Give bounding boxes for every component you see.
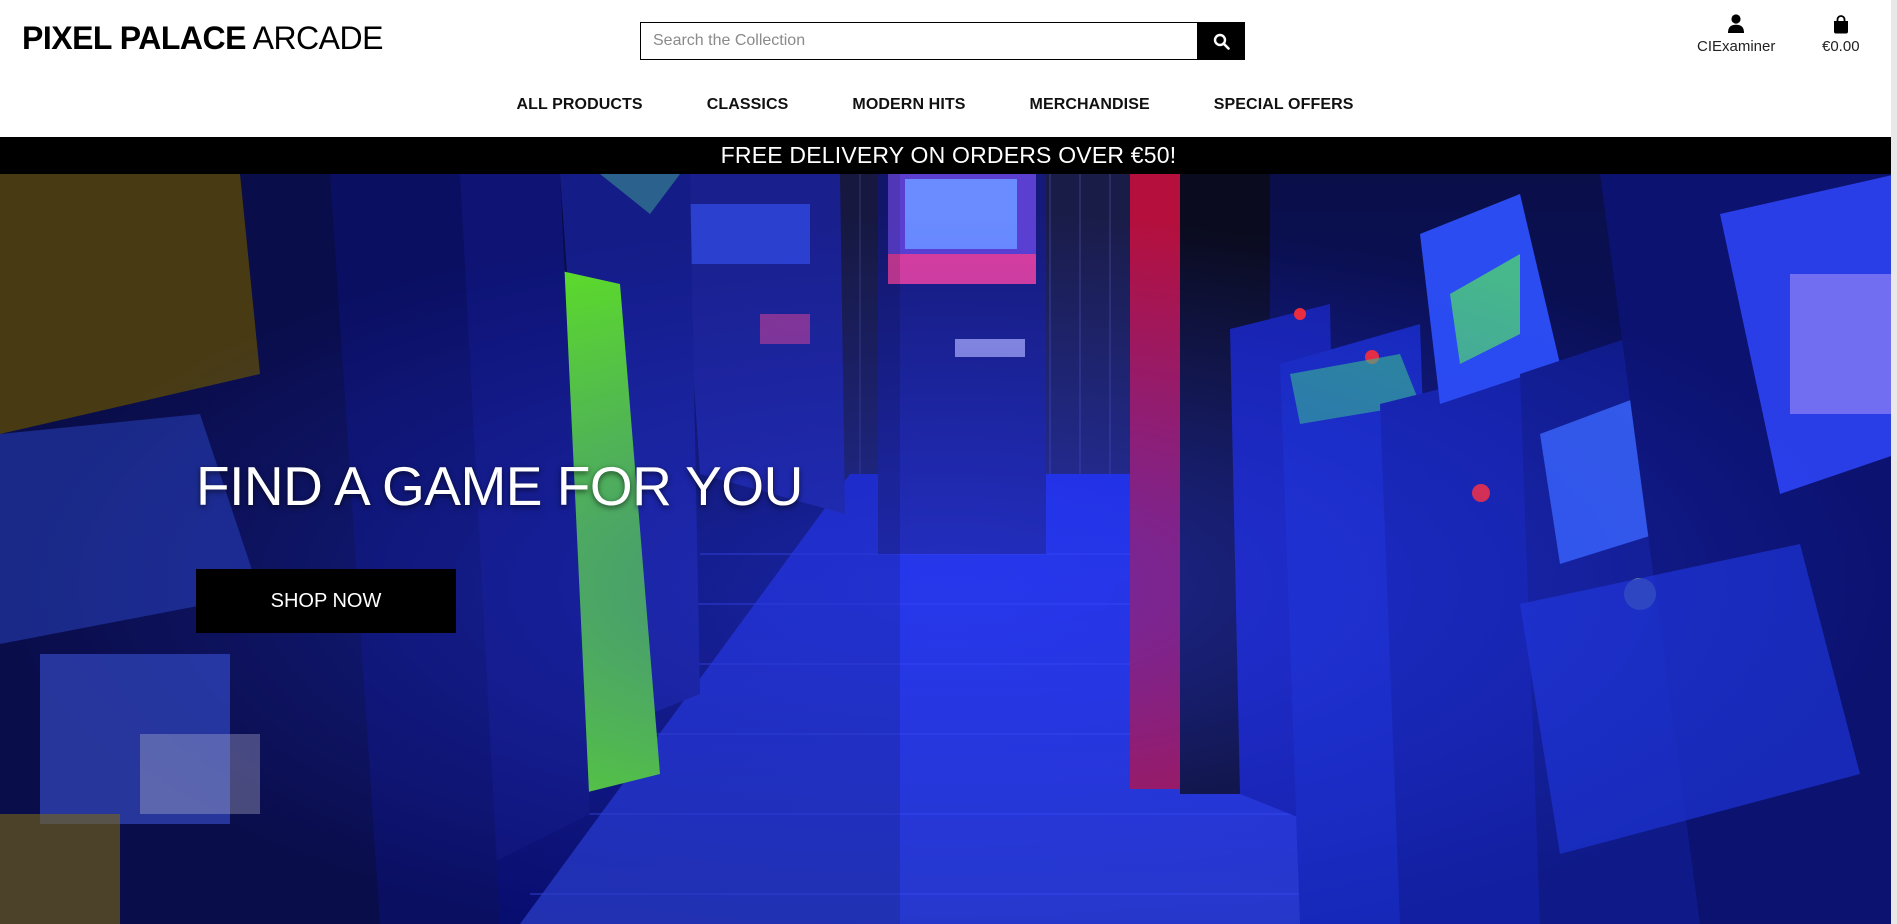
site-logo[interactable]: PIXEL PALACE ARCADE xyxy=(22,20,383,57)
logo-bold-text: PIXEL PALACE xyxy=(22,20,246,56)
nav-special-offers[interactable]: SPECIAL OFFERS xyxy=(1214,96,1354,114)
nav-merchandise[interactable]: MERCHANDISE xyxy=(1030,96,1150,114)
nav-all-products[interactable]: ALL PRODUCTS xyxy=(516,96,642,114)
shopping-bag-link[interactable]: €0.00 xyxy=(1822,10,1860,55)
shop-now-button[interactable]: SHOP NOW xyxy=(196,569,456,633)
search-button[interactable] xyxy=(1197,22,1245,60)
search-input[interactable] xyxy=(640,22,1197,60)
account-label: CIExaminer xyxy=(1697,38,1776,55)
account-link[interactable]: CIExaminer xyxy=(1697,10,1775,55)
main-nav: ALL PRODUCTS CLASSICS MODERN HITS MERCHA… xyxy=(0,96,1897,114)
hero-title: FIND A GAME FOR YOU xyxy=(196,455,803,517)
delivery-banner: FREE DELIVERY ON ORDERS OVER €50! xyxy=(0,137,1897,174)
hero-section: FIND A GAME FOR YOU SHOP NOW xyxy=(0,174,1897,924)
delivery-banner-text: FREE DELIVERY ON ORDERS OVER €50! xyxy=(720,142,1177,168)
search-icon xyxy=(1213,33,1230,50)
user-icon xyxy=(1728,14,1745,33)
logo-light-text: ARCADE xyxy=(252,20,384,56)
bag-total: €0.00 xyxy=(1822,38,1860,55)
site-header: PIXEL PALACE ARCADE CIExaminer €0.00 xyxy=(0,0,1897,137)
hero-background-image xyxy=(0,174,1897,924)
nav-modern-hits[interactable]: MODERN HITS xyxy=(852,96,965,114)
nav-classics[interactable]: CLASSICS xyxy=(707,96,789,114)
page-scrollbar[interactable] xyxy=(1891,0,1897,924)
shopping-bag-icon xyxy=(1833,15,1848,34)
search-form xyxy=(640,22,1245,60)
